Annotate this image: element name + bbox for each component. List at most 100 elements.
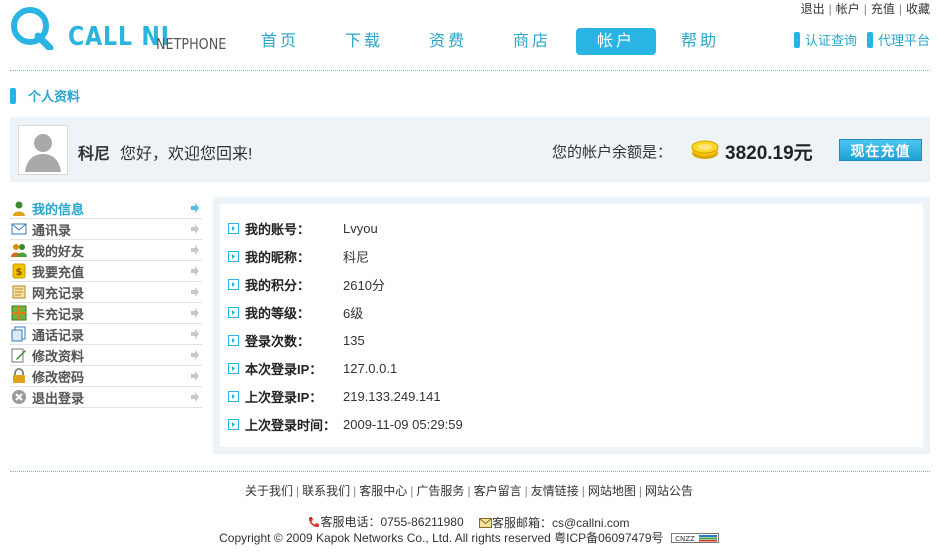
arrow-right-icon bbox=[191, 203, 199, 213]
coin-icon: $ bbox=[12, 263, 26, 279]
info-row-last-login-time: 上次登录时间： 2009-11-09 05:29:59 bbox=[228, 414, 463, 434]
avatar bbox=[18, 125, 68, 175]
logo[interactable]: CALL NI NETPHONE bbox=[10, 6, 226, 54]
account-value: Lvyou bbox=[343, 220, 378, 236]
arrow-right-icon bbox=[191, 266, 199, 276]
verify-query-link[interactable]: 认证查询 bbox=[793, 30, 857, 49]
menu-item-online-recharge-records[interactable]: 网充记录 bbox=[10, 282, 202, 303]
footer-link-sitemap[interactable]: 网站地图 bbox=[588, 484, 636, 498]
nav-rates[interactable]: 资费 bbox=[408, 28, 488, 55]
nickname-value: 科尼 bbox=[343, 249, 370, 265]
arrow-right-icon bbox=[191, 392, 199, 402]
section-title: 个人资料 bbox=[10, 86, 80, 105]
info-row-login-count: 登录次数： 135 bbox=[228, 330, 365, 350]
menu-item-edit-profile[interactable]: 修改资料 bbox=[10, 345, 202, 366]
footer-link-friends[interactable]: 友情链接 bbox=[531, 484, 579, 498]
menu-item-contacts[interactable]: 通讯录 bbox=[10, 219, 202, 240]
nav-help[interactable]: 帮助 bbox=[660, 28, 740, 55]
arrow-right-icon bbox=[191, 350, 199, 360]
nav-account[interactable]: 帐户 bbox=[576, 28, 656, 55]
menu-item-card-recharge-records[interactable]: 卡充记录 bbox=[10, 303, 202, 324]
logo-q-icon bbox=[11, 7, 54, 50]
logo-subtext: NETPHONE bbox=[156, 35, 227, 53]
nav-home[interactable]: 首页 bbox=[240, 28, 320, 55]
support-phone: 客服电话：0755-86211980 bbox=[308, 513, 464, 530]
notebook-icon bbox=[12, 285, 26, 299]
footer-link-service[interactable]: 客服中心 bbox=[359, 484, 407, 498]
user-silhouette-icon bbox=[19, 126, 67, 174]
balance-label: 您的帐户余额是： bbox=[552, 144, 673, 161]
footer-divider bbox=[10, 471, 930, 472]
bullet-icon bbox=[228, 418, 239, 430]
user-icon bbox=[13, 201, 25, 216]
stats-badge[interactable]: CNZZ bbox=[670, 532, 719, 546]
recharge-now-button[interactable]: 现在充值 bbox=[839, 139, 922, 161]
arrow-right-icon bbox=[191, 224, 199, 234]
last-login-time-value: 2009-11-09 05:29:59 bbox=[343, 416, 463, 432]
account-link[interactable]: 帐户 bbox=[836, 2, 860, 16]
bar-icon bbox=[10, 87, 16, 104]
info-row-last-ip: 上次登录IP： 219.133.249.141 bbox=[228, 386, 441, 406]
exit-icon bbox=[12, 390, 26, 404]
info-row-level: 我的等级： 6级 bbox=[228, 302, 363, 322]
pages-icon bbox=[11, 326, 26, 342]
edit-icon bbox=[11, 348, 26, 363]
agent-platform-link[interactable]: 代理平台 bbox=[866, 30, 930, 49]
footer-link-notice[interactable]: 网站公告 bbox=[645, 484, 693, 498]
info-row-current-ip: 本次登录IP： 127.0.0.1 bbox=[228, 358, 397, 378]
arrow-right-icon bbox=[191, 371, 199, 381]
main-nav: 首页 下载 资费 商店 帐户 帮助 bbox=[240, 28, 744, 55]
menu-item-change-password[interactable]: 修改密码 bbox=[10, 366, 202, 387]
points-value: 2610分 bbox=[343, 277, 385, 293]
info-panel-inner: 我的账号： Lvyou 我的昵称： 科尼 我的积分： 2610分 我的等级： 6… bbox=[220, 204, 923, 447]
bullet-icon bbox=[228, 278, 239, 290]
sub-links: 认证查询 代理平台 bbox=[784, 30, 930, 49]
arrow-right-icon bbox=[191, 329, 199, 339]
bullet-icon bbox=[228, 362, 239, 374]
header-divider bbox=[10, 70, 930, 71]
favorite-link[interactable]: 收藏 bbox=[906, 2, 930, 16]
nav-download[interactable]: 下载 bbox=[324, 28, 404, 55]
level-value: 6级 bbox=[343, 305, 364, 321]
greeting-text: 您好，欢迎您回来! bbox=[120, 146, 253, 163]
footer-link-contact[interactable]: 联系我们 bbox=[302, 484, 350, 498]
lock-icon bbox=[13, 368, 25, 383]
menu-item-my-info[interactable]: 我的信息 bbox=[10, 198, 202, 219]
balance-value: 3820.19元 bbox=[725, 143, 813, 164]
recharge-link[interactable]: 充值 bbox=[871, 2, 895, 16]
phone-icon bbox=[309, 516, 320, 527]
bullet-icon bbox=[228, 250, 239, 262]
footer-copyright: Copyright © 2009 Kapok Networks Co., Ltd… bbox=[0, 529, 938, 546]
coin-stack-icon bbox=[691, 140, 719, 159]
menu-item-logout[interactable]: 退出登录 bbox=[10, 387, 202, 408]
user-name: 科尼 bbox=[78, 146, 111, 163]
nav-store[interactable]: 商店 bbox=[492, 28, 572, 55]
stats-badge-icon: CNZZ bbox=[670, 532, 719, 543]
login-count-value: 135 bbox=[343, 332, 365, 348]
footer-links: 关于我们 | 联系我们 | 客服中心 | 广告服务 | 客户留言 | 友情链接 | 网站地图 | 网站公告 bbox=[245, 484, 693, 498]
mail-icon bbox=[479, 517, 492, 528]
menu-item-call-records[interactable]: 通话记录 bbox=[10, 324, 202, 345]
menu-item-friends[interactable]: 我的好友 bbox=[10, 240, 202, 261]
logo-text: CALL NI bbox=[68, 22, 170, 52]
info-panel: 我的账号： Lvyou 我的昵称： 科尼 我的积分： 2610分 我的等级： 6… bbox=[213, 197, 930, 454]
friends-icon bbox=[11, 244, 27, 257]
menu-item-recharge[interactable]: $ 我要充值 bbox=[10, 261, 202, 282]
bullet-icon bbox=[228, 306, 239, 318]
welcome-bar: 科尼 您好，欢迎您回来! 您的帐户余额是： 3820.19元 现在充值 bbox=[10, 117, 930, 182]
info-row-account: 我的账号： Lvyou bbox=[228, 218, 378, 238]
info-row-nickname: 我的昵称： 科尼 bbox=[228, 246, 369, 266]
arrow-right-icon bbox=[191, 308, 199, 318]
last-ip-value: 219.133.249.141 bbox=[343, 388, 441, 404]
footer-link-about[interactable]: 关于我们 bbox=[245, 484, 293, 498]
arrow-right-icon bbox=[191, 287, 199, 297]
card-icon bbox=[11, 305, 27, 321]
footer-link-feedback[interactable]: 客户留言 bbox=[474, 484, 522, 498]
top-links: 退出 | 帐户 | 充值 | 收藏 bbox=[800, 2, 930, 16]
svg-text:CNZZ: CNZZ bbox=[675, 535, 695, 543]
bullet-icon bbox=[228, 334, 239, 346]
svg-text:$: $ bbox=[16, 267, 23, 278]
logout-link[interactable]: 退出 bbox=[801, 2, 825, 16]
footer-link-ads[interactable]: 广告服务 bbox=[416, 484, 464, 498]
sidebar-menu: 我的信息 通讯录 我的好友 $ 我要充值 网充记录 卡充记录 通话记录 修改资料 bbox=[10, 198, 202, 408]
